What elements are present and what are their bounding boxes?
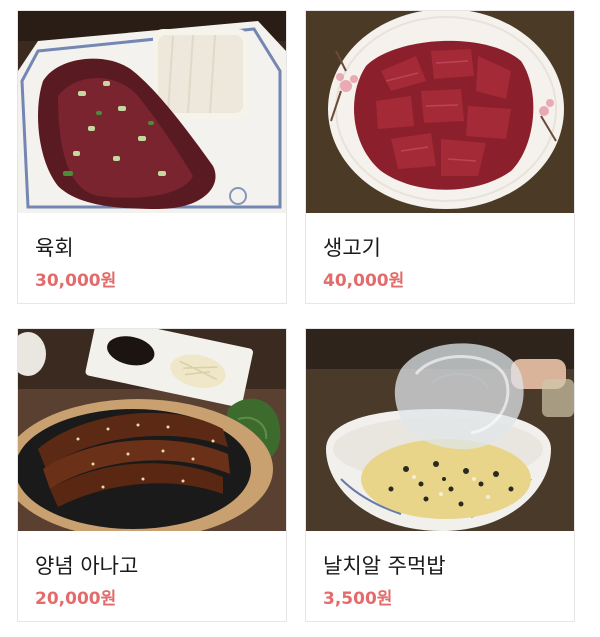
menu-card-grilled-eel[interactable]: 양념 아나고 20,000원 xyxy=(17,328,287,622)
menu-item-name: 육회 xyxy=(35,236,74,260)
menu-grid: 육회 30,000원 생고기 40,000원 양념 아나고 20,000원 날치… xyxy=(0,0,600,637)
menu-card-yukhoe[interactable]: 육회 30,000원 xyxy=(17,10,287,304)
menu-item-price: 30,000원 xyxy=(35,271,117,291)
menu-item-name: 날치알 주먹밥 xyxy=(323,554,446,578)
menu-item-price: 20,000원 xyxy=(35,589,117,609)
yukhoe-photo xyxy=(18,11,286,213)
card-info: 양념 아나고 20,000원 xyxy=(18,531,286,621)
menu-item-name: 생고기 xyxy=(323,236,381,260)
menu-item-price: 40,000원 xyxy=(323,271,405,291)
menu-card-rice-ball[interactable]: 날치알 주먹밥 3,500원 xyxy=(305,328,575,622)
rice-ball-photo xyxy=(306,329,574,531)
card-info: 날치알 주먹밥 3,500원 xyxy=(306,531,574,621)
menu-card-raw-beef[interactable]: 생고기 40,000원 xyxy=(305,10,575,304)
raw-beef-photo xyxy=(306,11,574,213)
card-info: 생고기 40,000원 xyxy=(306,213,574,303)
menu-item-price: 3,500원 xyxy=(323,589,393,609)
grilled-eel-photo xyxy=(18,329,286,531)
menu-item-name: 양념 아나고 xyxy=(35,554,139,578)
card-info: 육회 30,000원 xyxy=(18,213,286,303)
